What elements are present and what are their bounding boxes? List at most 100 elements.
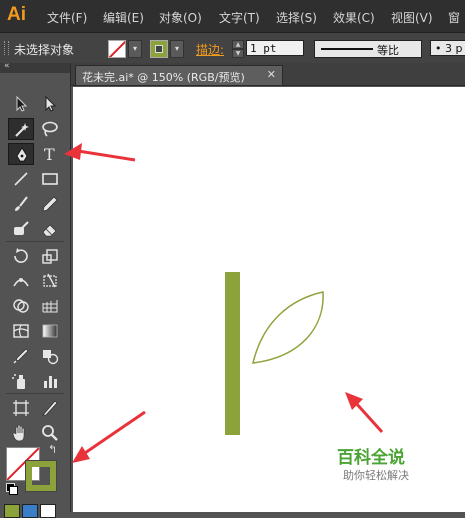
rotate-tool[interactable]	[8, 245, 34, 267]
stroke-weight-spinner[interactable]: ▲ ▼	[232, 40, 244, 58]
artboard-icon	[13, 400, 29, 416]
app-logo: Ai	[7, 4, 26, 25]
tools-panel-header[interactable]: «	[0, 61, 70, 73]
tool-separator	[6, 393, 64, 394]
scale-icon	[42, 249, 58, 264]
slice-knife-icon	[42, 400, 58, 416]
gradient-icon	[42, 324, 58, 338]
type-tool[interactable]: T	[37, 143, 63, 165]
rotate-icon	[14, 248, 28, 263]
eraser-tool[interactable]	[37, 218, 63, 240]
menu-select[interactable]: 选择(S)	[276, 9, 317, 26]
flower-stem[interactable]	[225, 272, 240, 435]
zoom-tool[interactable]	[37, 422, 63, 444]
selection-status: 未选择对象	[14, 43, 75, 57]
rectangle-tool[interactable]	[37, 168, 63, 190]
hand-tool[interactable]	[8, 422, 34, 444]
watermark-title: 百科全说	[337, 448, 405, 468]
tool-separator	[6, 241, 64, 242]
color-mode-icon[interactable]	[4, 504, 20, 518]
pen-icon	[16, 147, 28, 162]
blend-tool[interactable]	[37, 345, 63, 367]
swap-fill-stroke-icon[interactable]: ↰	[48, 443, 57, 456]
fill-dropdown-button[interactable]: ▾	[128, 40, 142, 58]
rectangle-icon	[42, 173, 58, 185]
direct-selection-tool[interactable]	[37, 93, 63, 115]
menu-type[interactable]: 文字(T)	[219, 9, 260, 26]
pen-tool[interactable]	[8, 143, 34, 165]
symbol-sprayer-icon	[12, 374, 25, 389]
profile-label: 等比	[377, 44, 399, 57]
stroke-dropdown-button[interactable]: ▾	[170, 40, 184, 58]
magnifier-icon	[42, 425, 58, 441]
lasso-icon	[42, 121, 58, 137]
pencil-tool[interactable]	[37, 193, 63, 215]
stroke-label[interactable]: 描边:	[196, 41, 224, 58]
gradient-mode-icon[interactable]	[22, 504, 38, 518]
free-transform-tool[interactable]	[37, 270, 63, 292]
menu-window[interactable]: 窗	[448, 9, 460, 26]
hand-icon	[12, 424, 25, 442]
artwork	[225, 272, 324, 435]
close-icon[interactable]: ✕	[267, 68, 276, 81]
mesh-tool[interactable]	[8, 320, 34, 342]
gradient-tool[interactable]	[37, 320, 63, 342]
menu-view[interactable]: 视图(V)	[391, 9, 433, 26]
eyedropper-icon	[13, 348, 29, 364]
spin-up-icon[interactable]: ▲	[232, 40, 244, 49]
free-transform-icon	[43, 273, 57, 288]
menu-file[interactable]: 文件(F)	[47, 9, 87, 26]
none-mode-icon[interactable]	[40, 504, 56, 518]
variable-width-profile-select[interactable]: 等比	[314, 40, 422, 58]
svg-text:T: T	[44, 145, 55, 163]
shape-builder-tool[interactable]	[8, 295, 34, 317]
document-area: 花未完.ai* @ 150% (RGB/预览) ✕ 百科全说 助你轻松解决	[71, 63, 465, 512]
stroke-weight-input[interactable]: 1 pt	[246, 40, 304, 56]
artboard-tool[interactable]	[8, 397, 34, 419]
collapse-icon[interactable]: «	[4, 61, 10, 71]
flower-leaf[interactable]	[252, 291, 324, 364]
scale-tool[interactable]	[37, 245, 63, 267]
control-bar: 未选择对象 ▾ ▾ 描边: ▲ ▼ 1 pt 等比 • 3 p	[0, 32, 465, 64]
slice-tool[interactable]	[37, 397, 63, 419]
width-tool-icon	[13, 278, 29, 287]
shape-builder-icon	[13, 299, 29, 313]
document-tab-title: 花未完.ai* @ 150% (RGB/预览)	[82, 71, 245, 84]
document-tab-bar: 花未完.ai* @ 150% (RGB/预览) ✕	[71, 63, 465, 86]
artboard-canvas[interactable]	[73, 87, 465, 512]
paintbrush-icon	[15, 196, 28, 211]
color-mode-buttons	[4, 504, 66, 518]
control-bar-grip[interactable]	[4, 41, 9, 55]
direct-selection-arrow-icon	[45, 95, 57, 112]
lasso-tool[interactable]	[37, 118, 63, 140]
magic-wand-tool[interactable]	[8, 118, 34, 140]
profile-line-preview	[321, 48, 373, 50]
watermark-subtitle: 助你轻松解决	[343, 469, 409, 482]
stroke-box[interactable]	[25, 460, 57, 492]
selection-tool[interactable]	[8, 93, 34, 115]
eyedropper-tool[interactable]	[8, 345, 34, 367]
width-tool[interactable]	[8, 270, 34, 292]
line-segment-tool[interactable]	[8, 168, 34, 190]
spin-down-icon[interactable]: ▼	[232, 49, 244, 58]
symbol-sprayer-tool[interactable]	[8, 370, 34, 392]
paintbrush-tool[interactable]	[8, 193, 34, 215]
stroke-color-swatch[interactable]	[150, 40, 168, 58]
column-graph-tool[interactable]	[37, 370, 63, 392]
default-fill-stroke-icon[interactable]	[6, 483, 18, 495]
selection-arrow-icon	[16, 95, 28, 112]
fill-stroke-widget: ↰	[4, 443, 66, 495]
document-tab[interactable]: 花未完.ai* @ 150% (RGB/预览) ✕	[75, 65, 283, 85]
tools-panel: « T ↰	[0, 61, 71, 518]
menu-bar: Ai 文件(F) 编辑(E) 对象(O) 文字(T) 选择(S) 效果(C) 视…	[0, 0, 465, 32]
menu-effect[interactable]: 效果(C)	[333, 9, 375, 26]
magic-wand-icon	[15, 123, 29, 137]
perspective-grid-tool[interactable]	[37, 295, 63, 317]
brush-definition-select[interactable]: • 3 p	[430, 40, 465, 56]
column-graph-icon	[44, 376, 57, 388]
menu-object[interactable]: 对象(O)	[159, 9, 202, 26]
blob-brush-tool[interactable]	[8, 218, 34, 240]
menu-edit[interactable]: 编辑(E)	[103, 9, 144, 26]
fill-color-swatch[interactable]	[108, 40, 126, 58]
mesh-icon	[13, 324, 29, 338]
